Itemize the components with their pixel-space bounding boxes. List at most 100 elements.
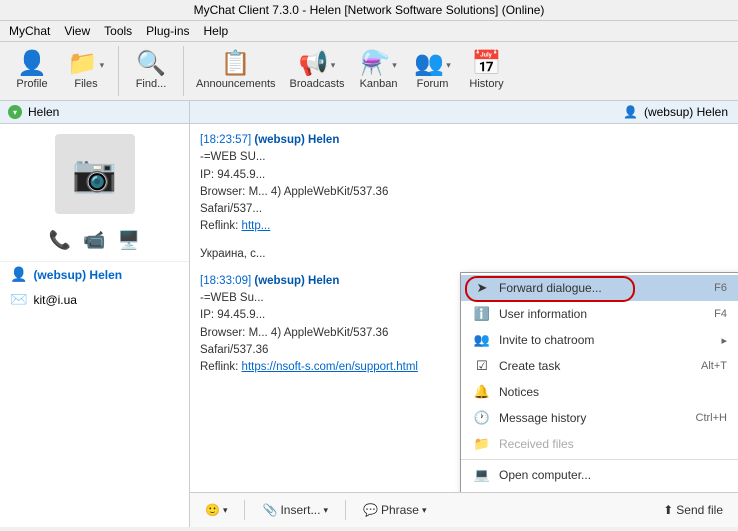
ctx-invite-arrow: ▸ — [721, 334, 727, 347]
broadcasts-icon: 📢 — [299, 52, 329, 76]
broadcasts-arrow: ▾ — [331, 60, 336, 71]
ctx-invite-chatroom[interactable]: 👥 Invite to chatroom ▸ — [461, 327, 738, 353]
ctx-received-files-label: Received files — [499, 437, 727, 451]
title-bar: MyChat Client 7.3.0 - Helen [Network Sof… — [0, 0, 738, 21]
insert-button[interactable]: 📎 Insert... ▾ — [257, 501, 333, 519]
menu-help[interactable]: Help — [201, 23, 232, 39]
desktop-icon[interactable]: 🖥️ — [118, 230, 140, 251]
toolbar-broadcasts-label: Broadcasts — [290, 78, 345, 90]
msg-reflink-1: Reflink: — [200, 220, 242, 232]
invite-chatroom-icon: 👥 — [473, 332, 491, 348]
toolbar-history-label: History — [469, 78, 503, 90]
avatar: 📷 — [55, 134, 135, 214]
chat-header-user-icon: 👤 — [623, 105, 638, 119]
ctx-message-history[interactable]: 🕐 Message history Ctrl+H — [461, 405, 738, 431]
camera-icon: 📷 — [72, 153, 117, 195]
msg-text-1a: -=WEB SU... — [200, 151, 266, 163]
phrase-icon: 💬 — [363, 503, 378, 517]
menu-tools[interactable]: Tools — [101, 23, 135, 39]
sidebar-username: Helen — [28, 105, 59, 119]
toolbar-profile[interactable]: 👤 Profile — [6, 49, 58, 93]
history-icon: 📅 — [472, 52, 502, 76]
toolbar-forum-label: Forum — [417, 78, 449, 90]
contact-info: 📷 📞 📹 🖥️ — [0, 124, 189, 262]
menu-plugins[interactable]: Plug-ins — [143, 23, 192, 39]
ctx-open-computer-label: Open computer... — [499, 468, 727, 482]
menu-mychat[interactable]: MyChat — [6, 23, 53, 39]
msg-user-3: (websup) Helen — [254, 275, 339, 287]
msg-time-1: [18:23:57] — [200, 134, 251, 146]
phrase-button[interactable]: 💬 Phrase ▾ — [358, 501, 432, 519]
send-file-button[interactable]: ⬆ Send file — [658, 501, 728, 519]
toolbar-broadcasts[interactable]: 📢 ▾ Broadcasts — [284, 49, 351, 93]
toolbar-find-label: Find... — [136, 78, 167, 90]
ctx-notices[interactable]: 🔔 Notices — [461, 379, 738, 405]
toolbar-announcements[interactable]: 📋 Announcements — [190, 49, 282, 93]
mail-icon: ✉️ — [10, 291, 27, 308]
insert-label: Insert... — [280, 503, 320, 517]
toolbar-kanban-label: Kanban — [360, 78, 398, 90]
menu-bar: MyChat View Tools Plug-ins Help — [0, 21, 738, 42]
received-files-icon: 📁 — [473, 436, 491, 452]
toolbar-announcements-label: Announcements — [196, 78, 276, 90]
ctx-user-info[interactable]: ℹ️ User information F4 — [461, 301, 738, 327]
menu-view[interactable]: View — [61, 23, 93, 39]
notices-icon: 🔔 — [473, 384, 491, 400]
toolbar-divider-1 — [118, 46, 119, 96]
msg-link-1[interactable]: http... — [242, 220, 271, 232]
ctx-create-task[interactable]: ☑ Create task Alt+T — [461, 353, 738, 379]
ctx-user-info-label: User information — [499, 307, 686, 321]
toolbar-history[interactable]: 📅 History — [461, 49, 513, 93]
contact-email-detail: ✉️ kit@i.ua — [0, 287, 189, 312]
msg-text-1c: Browser: M... 4) AppleWebKit/537.36 — [200, 186, 388, 198]
msg-text-1b: IP: 94.45.9... — [200, 169, 265, 181]
contact-name-detail: 👤 (websup) Helen — [0, 262, 189, 287]
forward-icon: ➤ — [473, 280, 491, 296]
emoji-button[interactable]: 🙂 ▾ — [200, 501, 232, 519]
phone-icon[interactable]: 📞 — [49, 230, 71, 251]
msg-time-3: [18:33:09] — [200, 275, 251, 287]
ctx-open-computer[interactable]: 💻 Open computer... — [461, 462, 738, 488]
toolbar-forum[interactable]: 👥 ▾ Forum — [407, 49, 459, 93]
toolbar-kanban[interactable]: ⚗️ ▾ Kanban — [353, 49, 405, 93]
message-block-1: [18:23:57] (websup) Helen -=WEB SU... IP… — [200, 132, 728, 236]
forum-arrow: ▾ — [446, 60, 451, 71]
files-arrow: ▾ — [100, 60, 105, 71]
contact-actions: 📞 📹 🖥️ — [49, 230, 140, 251]
ctx-forward-label: Forward dialogue... — [499, 281, 686, 295]
chat-header-username: (websup) Helen — [644, 105, 728, 119]
main-layout: Helen 📷 📞 📹 🖥️ 👤 (websup) Helen ✉️ kit@i… — [0, 101, 738, 527]
profile-icon: 👤 — [17, 52, 47, 76]
context-menu: ➤ Forward dialogue... F6 ℹ️ User informa… — [460, 272, 738, 492]
msg-text-2: Украина, с... — [200, 248, 266, 260]
online-status-dot — [8, 105, 22, 119]
video-icon[interactable]: 📹 — [83, 230, 105, 251]
sidebar-header: Helen — [0, 101, 189, 124]
sidebar: Helen 📷 📞 📹 🖥️ 👤 (websup) Helen ✉️ kit@i… — [0, 101, 190, 527]
emoji-icon: 🙂 — [205, 503, 220, 517]
create-task-icon: ☑ — [473, 358, 491, 374]
bottom-sep-1 — [244, 500, 245, 520]
msg-link-3[interactable]: https://nsoft-s.com/en/support.html — [242, 361, 418, 373]
ctx-create-task-label: Create task — [499, 359, 673, 373]
contact-name-label: (websup) Helen — [33, 268, 122, 282]
msg-text-3c: Browser: M... 4) AppleWebKit/537.36 — [200, 327, 388, 339]
ctx-create-task-shortcut: Alt+T — [701, 360, 727, 372]
upload-icon: ⬆ — [663, 503, 673, 517]
chat-header: 👤 (websup) Helen — [190, 101, 738, 124]
toolbar-files[interactable]: 📁 ▾ Files — [60, 49, 112, 93]
ctx-add-contacts[interactable]: 👤 Add this user to the contacts panel - … — [461, 488, 738, 492]
files-icon: 📁 — [68, 52, 98, 76]
ctx-forward[interactable]: ➤ Forward dialogue... F6 — [461, 275, 738, 301]
toolbar-find[interactable]: 🔍 Find... — [125, 49, 177, 93]
chat-messages: [18:23:57] (websup) Helen -=WEB SU... IP… — [190, 124, 738, 492]
toolbar-profile-label: Profile — [16, 78, 47, 90]
ctx-separator — [461, 459, 738, 460]
send-file-label: Send file — [676, 503, 723, 517]
ctx-message-history-shortcut: Ctrl+H — [696, 412, 727, 424]
forum-icon: 👥 — [414, 52, 444, 76]
contact-email-label: kit@i.ua — [33, 293, 77, 307]
announcements-icon: 📋 — [221, 52, 251, 76]
ctx-message-history-label: Message history — [499, 411, 668, 425]
msg-text-3a: -=WEB Su... — [200, 292, 264, 304]
